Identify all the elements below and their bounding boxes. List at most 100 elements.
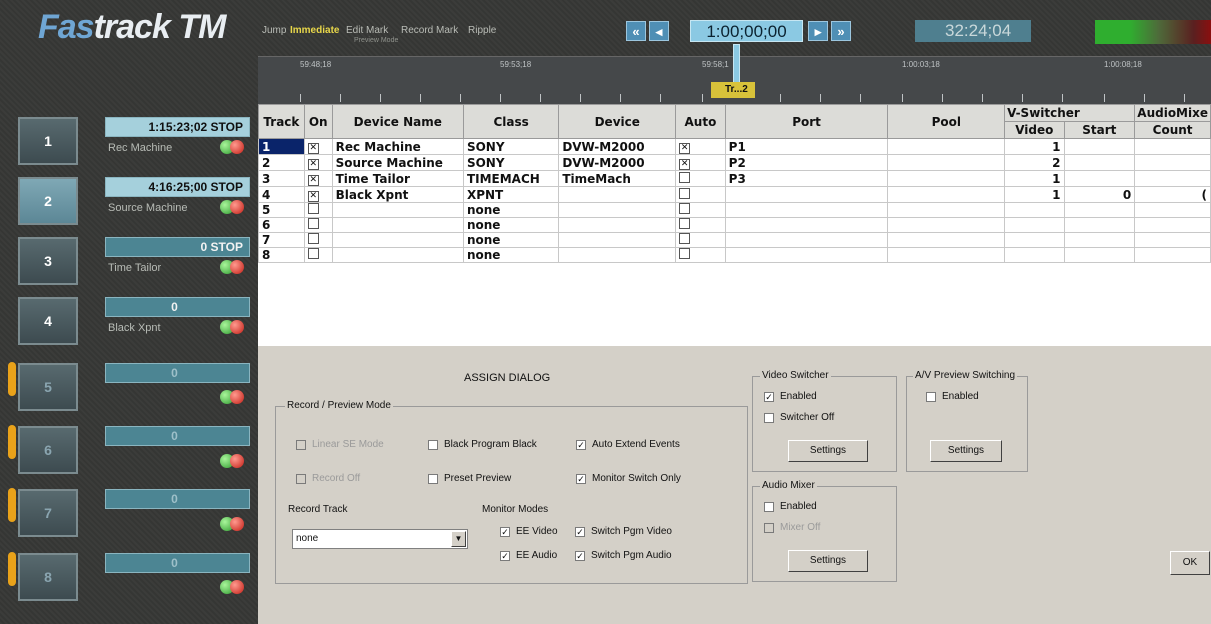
cell-class[interactable]: SONY [462, 138, 560, 155]
col-header-on[interactable]: On [303, 104, 333, 139]
ok-button[interactable]: OK [1170, 551, 1210, 575]
cell-track[interactable]: 2 [258, 154, 305, 171]
cell-port[interactable] [724, 186, 889, 203]
cell-auto[interactable] [675, 217, 726, 233]
cell-device-name[interactable] [331, 202, 464, 218]
cell-video[interactable] [1004, 202, 1065, 218]
cell-track[interactable]: 7 [258, 232, 305, 248]
cell-pool[interactable] [887, 186, 1006, 203]
col-header-port[interactable]: Port [724, 104, 889, 139]
av-enabled-checkbox[interactable] [926, 392, 936, 402]
checkbox-unchecked-icon[interactable] [307, 203, 319, 214]
linear-se-mode-checkbox[interactable] [296, 440, 306, 450]
cell-pool[interactable] [887, 247, 1006, 263]
table-row[interactable]: 4 ✕ Black Xpnt XPNT 1 0 ( [258, 186, 1211, 203]
cell-class[interactable]: none [462, 232, 560, 248]
record-track-select[interactable]: none ▼ [292, 529, 468, 549]
dropdown-arrow-icon[interactable]: ▼ [451, 531, 466, 547]
forward-fast-button[interactable]: » [831, 21, 851, 41]
cell-start[interactable] [1063, 202, 1136, 218]
cell-port[interactable] [724, 247, 889, 263]
av-settings-button[interactable]: Settings [930, 440, 1002, 462]
cell-track[interactable]: 6 [258, 217, 305, 233]
cell-device-name[interactable]: Source Machine [331, 154, 464, 171]
table-row[interactable]: 7 none [258, 232, 1211, 248]
col-header-track[interactable]: Track [258, 104, 305, 139]
ripple-button[interactable]: Ripple [468, 25, 496, 36]
cell-video[interactable]: 1 [1004, 138, 1065, 155]
track-tab-6[interactable] [8, 425, 16, 459]
monitor-switch-only-checkbox[interactable]: ✓ [576, 474, 586, 484]
cell-count[interactable] [1134, 232, 1211, 248]
cell-pool[interactable] [887, 170, 1006, 187]
vs-enabled-checkbox[interactable]: ✓ [764, 392, 774, 402]
am-mixer-off-checkbox[interactable] [764, 523, 774, 533]
immediate-button[interactable]: Immediate [290, 25, 339, 36]
cell-count[interactable] [1134, 247, 1211, 263]
col-header-auto[interactable]: Auto [675, 104, 726, 139]
checkbox-unchecked-icon[interactable] [679, 171, 691, 183]
checkbox-unchecked-icon[interactable] [307, 233, 319, 244]
checkbox-unchecked-icon[interactable] [679, 218, 691, 229]
cell-auto[interactable]: ✕ [675, 154, 726, 171]
cell-track[interactable]: 5 [258, 202, 305, 218]
cell-on[interactable] [303, 202, 333, 218]
cell-class[interactable]: XPNT [462, 186, 560, 203]
track-button-8[interactable]: 8 [18, 553, 78, 601]
cell-video[interactable]: 1 [1004, 170, 1065, 187]
track-tab-5[interactable] [8, 362, 16, 396]
cell-on[interactable] [303, 247, 333, 263]
track-button-6[interactable]: 6 [18, 426, 78, 474]
cell-on[interactable] [303, 217, 333, 233]
cell-device[interactable] [558, 232, 677, 248]
cell-start[interactable] [1063, 232, 1136, 248]
table-row[interactable]: 1 ✕ Rec Machine SONY DVW-M2000 ✕ P1 1 [258, 138, 1211, 155]
switch-pgm-audio-checkbox[interactable]: ✓ [575, 551, 585, 561]
cell-count[interactable] [1134, 154, 1211, 171]
col-header-count[interactable]: Count [1134, 121, 1211, 139]
cell-auto[interactable] [675, 202, 726, 218]
table-row[interactable]: 6 none [258, 217, 1211, 233]
cell-video[interactable] [1004, 217, 1065, 233]
cell-port[interactable] [724, 232, 889, 248]
auto-extend-events-checkbox[interactable]: ✓ [576, 440, 586, 450]
cell-auto[interactable] [675, 170, 726, 187]
table-row[interactable]: 3 ✕ Time Tailor TIMEMACH TimeMach P3 1 [258, 170, 1211, 187]
cell-pool[interactable] [887, 232, 1006, 248]
cell-class[interactable]: none [462, 202, 560, 218]
col-header-vswitcher[interactable]: V-Switcher [1004, 104, 1136, 122]
cell-pool[interactable] [887, 217, 1006, 233]
vs-switcher-off-checkbox[interactable] [764, 413, 774, 423]
cell-start[interactable] [1063, 217, 1136, 233]
am-settings-button[interactable]: Settings [788, 550, 868, 572]
table-row[interactable]: 5 none [258, 202, 1211, 218]
cell-start[interactable] [1063, 138, 1136, 155]
cell-track[interactable]: 4 [258, 186, 305, 203]
cell-device-name[interactable]: Rec Machine [331, 138, 464, 155]
cell-count[interactable] [1134, 170, 1211, 187]
checkbox-checked-icon[interactable]: ✕ [307, 191, 319, 202]
preset-preview-checkbox[interactable] [428, 474, 438, 484]
playhead-needle[interactable] [733, 44, 740, 84]
switch-pgm-video-checkbox[interactable]: ✓ [575, 527, 585, 537]
ee-audio-checkbox[interactable]: ✓ [500, 551, 510, 561]
col-header-start[interactable]: Start [1063, 121, 1136, 139]
cell-start[interactable] [1063, 247, 1136, 263]
cell-port[interactable]: P2 [724, 154, 889, 171]
col-header-audiomixer[interactable]: AudioMixe [1134, 104, 1211, 122]
cell-on[interactable]: ✕ [303, 170, 333, 187]
cell-class[interactable]: SONY [462, 154, 560, 171]
ee-video-checkbox[interactable]: ✓ [500, 527, 510, 537]
cell-port[interactable]: P1 [724, 138, 889, 155]
rewind-fast-button[interactable]: « [626, 21, 646, 41]
cell-port[interactable]: P3 [724, 170, 889, 187]
col-header-device[interactable]: Device [558, 104, 677, 139]
cell-device[interactable]: TimeMach [558, 170, 677, 187]
cell-video[interactable] [1004, 232, 1065, 248]
cell-start[interactable]: 0 [1063, 186, 1136, 203]
rewind-button[interactable]: ◂ [649, 21, 669, 41]
cell-auto[interactable] [675, 247, 726, 263]
col-header-video[interactable]: Video [1004, 121, 1065, 139]
col-header-device-name[interactable]: Device Name [331, 104, 464, 139]
track-tab-8[interactable] [8, 552, 16, 586]
